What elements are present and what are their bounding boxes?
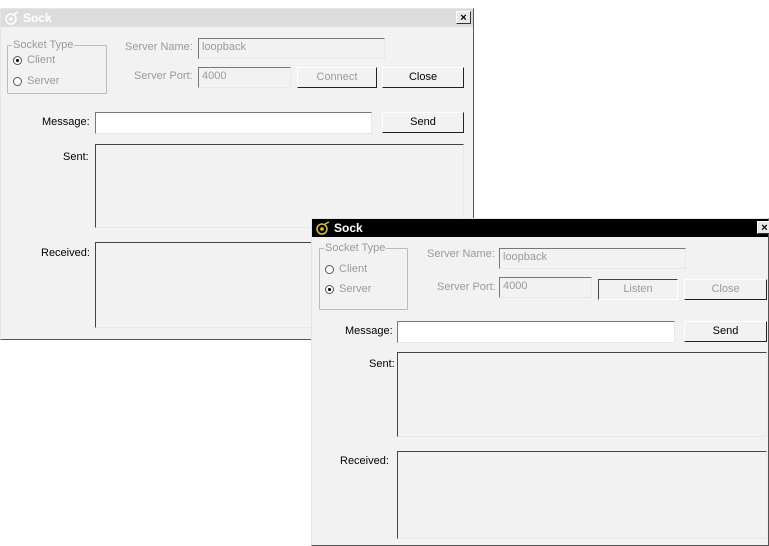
server-name-label: Server Name: [427, 248, 495, 260]
server-name-field[interactable]: loopback [198, 38, 385, 59]
close-icon[interactable]: × [456, 11, 471, 24]
received-textarea[interactable] [397, 451, 767, 539]
server-port-label: Server Port: [134, 70, 193, 82]
send-button[interactable]: Send [382, 112, 464, 133]
socket-type-label: Socket Type [12, 39, 75, 51]
client-radio-label: Client [339, 263, 368, 275]
message-input[interactable] [95, 112, 372, 134]
received-label: Received: [340, 455, 389, 467]
server-name-field[interactable]: loopback [499, 248, 686, 269]
sock-app-icon [315, 221, 331, 235]
client-radio[interactable]: Client [325, 263, 367, 275]
sock-app-icon [4, 11, 20, 25]
sent-textarea[interactable] [95, 144, 464, 228]
title-bar[interactable]: Sock × [312, 219, 769, 237]
socket-type-group: Socket Type Client Server [7, 39, 107, 94]
server-port-label: Server Port: [437, 281, 496, 293]
server-name-label: Server Name: [125, 41, 193, 53]
server-radio-button[interactable] [325, 284, 334, 294]
server-radio-button[interactable] [13, 76, 22, 86]
sent-label: Sent: [369, 358, 395, 370]
send-button[interactable]: Send [684, 321, 767, 342]
message-label: Message: [42, 116, 90, 128]
server-port-field[interactable]: 4000 [198, 67, 291, 88]
client-radio[interactable]: Client [13, 54, 55, 66]
received-label: Received: [41, 247, 90, 259]
socket-type-label: Socket Type [324, 242, 387, 254]
server-radio-label: Server [27, 75, 60, 87]
server-radio[interactable]: Server [325, 283, 371, 295]
sock-window-server: Sock × Socket Type Client Server Server … [311, 218, 769, 546]
message-label: Message: [345, 325, 393, 337]
title-bar[interactable]: Sock × [1, 9, 473, 27]
server-radio-label: Server [339, 283, 372, 295]
client-radio-button[interactable] [13, 55, 22, 65]
server-port-field[interactable]: 4000 [499, 277, 592, 298]
socket-type-group: Socket Type Client Server [319, 242, 408, 310]
close-icon[interactable]: × [757, 221, 769, 234]
listen-button[interactable]: Listen [598, 279, 678, 300]
close-button[interactable]: Close [382, 67, 464, 88]
sent-label: Sent: [63, 151, 89, 163]
connect-button[interactable]: Connect [297, 67, 377, 88]
server-radio[interactable]: Server [13, 75, 59, 87]
window-title: Sock [334, 221, 363, 235]
client-radio-button[interactable] [325, 264, 334, 274]
message-input[interactable] [397, 321, 675, 343]
sent-textarea[interactable] [397, 352, 767, 437]
client-radio-label: Client [27, 54, 56, 66]
close-button[interactable]: Close [684, 279, 767, 300]
window-title: Sock [23, 11, 52, 25]
